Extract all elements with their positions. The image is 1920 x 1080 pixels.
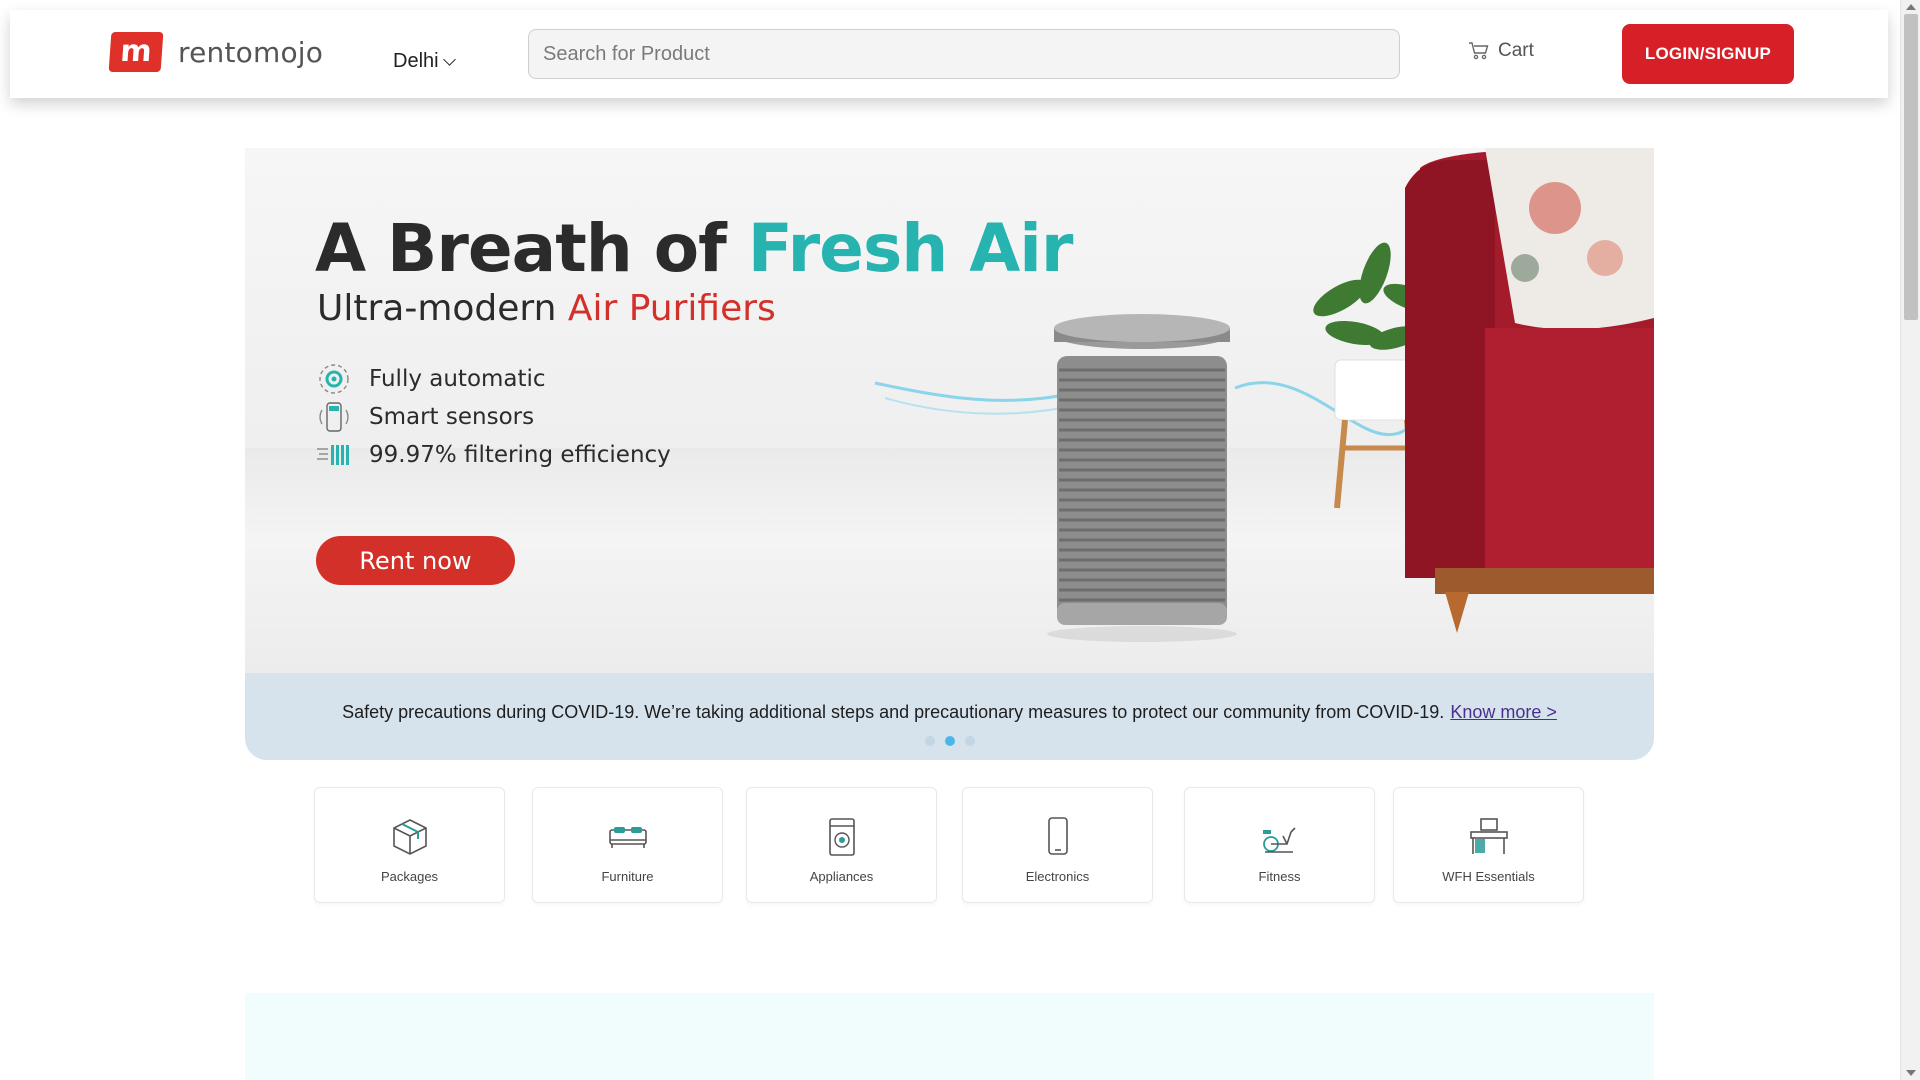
search-input[interactable]	[528, 29, 1400, 79]
hero-banner: A Breath of Fresh Air Ultra-modern Air P…	[245, 148, 1654, 760]
cart-icon	[1469, 42, 1489, 60]
scroll-up-arrow-icon[interactable]	[1906, 4, 1916, 10]
hero-title: A Breath of Fresh Air	[315, 210, 1074, 287]
notice-text-row: Safety precautions during COVID-19. We’r…	[245, 702, 1654, 723]
carousel-dots	[925, 736, 975, 746]
feature-item: Fully automatic	[315, 360, 671, 398]
gear-icon	[319, 364, 349, 394]
category-label: Electronics	[1025, 869, 1090, 884]
category-electronics[interactable]: Electronics	[962, 787, 1153, 903]
package-icon	[393, 819, 427, 855]
feature-label: Fully automatic	[369, 366, 546, 392]
hero-subtitle: Ultra-modern Air Purifiers	[317, 288, 776, 329]
logo-text: rentomojo	[178, 35, 324, 69]
phone-icon	[1048, 817, 1068, 855]
rentomojo-logo[interactable]: m rentomojo	[108, 32, 324, 72]
category-appliances[interactable]: Appliances	[746, 787, 937, 903]
hero-slide[interactable]: A Breath of Fresh Air Ultra-modern Air P…	[245, 148, 1654, 673]
category-packages[interactable]: Packages	[314, 787, 505, 903]
rent-now-button[interactable]: Rent now	[316, 536, 515, 585]
category-label: Fitness	[1258, 869, 1301, 884]
logo-mark: m	[108, 32, 164, 72]
sensor-icon	[319, 402, 349, 432]
hero-title-accent: Fresh Air	[747, 210, 1074, 287]
city-label: Delhi	[393, 50, 439, 72]
covid-notice-bar: Safety precautions during COVID-19. We’r…	[245, 673, 1654, 760]
filter-icon	[317, 445, 349, 465]
cart-button[interactable]: Cart	[1468, 40, 1534, 62]
category-furniture[interactable]: Furniture	[532, 787, 723, 903]
feature-label: 99.97% filtering efficiency	[369, 442, 671, 468]
feature-item: 99.97% filtering efficiency	[315, 436, 671, 474]
know-more-link[interactable]: Know more >	[1450, 702, 1557, 722]
cart-label: Cart	[1498, 40, 1534, 61]
category-label: Packages	[380, 869, 439, 884]
feature-list: Fully automatic Smart sensors 99.97% fil…	[315, 360, 671, 474]
category-label: WFH Essentials	[1442, 869, 1535, 884]
login-signup-button[interactable]: LOGIN/SIGNUP	[1622, 24, 1794, 84]
carousel-dot[interactable]	[925, 736, 935, 746]
feature-label: Smart sensors	[369, 404, 535, 430]
hero-subtitle-accent: Air Purifiers	[567, 288, 776, 329]
category-wfh-essentials[interactable]: WFH Essentials	[1393, 787, 1584, 903]
scroll-down-arrow-icon[interactable]	[1906, 1070, 1916, 1076]
hero-title-prefix: A Breath of	[315, 210, 748, 287]
chevron-down-icon	[442, 52, 456, 66]
category-label: Appliances	[809, 869, 874, 884]
notice-text: Safety precautions during COVID-19. We’r…	[342, 702, 1445, 722]
category-row: Packages Furniture Appliances Electronic…	[314, 787, 1584, 903]
feature-item: Smart sensors	[315, 398, 671, 436]
top-navbar: m rentomojo Delhi Cart LOGIN/SIGNUP	[10, 10, 1888, 98]
page: m rentomojo Delhi Cart LOGIN/SIGNUP	[0, 0, 1920, 1080]
hero-subtitle-prefix: Ultra-modern	[317, 288, 568, 329]
city-selector[interactable]: Delhi	[393, 50, 456, 73]
desk-chair-icon	[1470, 818, 1508, 854]
category-fitness[interactable]: Fitness	[1184, 787, 1375, 903]
carousel-dot-active[interactable]	[945, 736, 955, 746]
scrollbar-thumb[interactable]	[1904, 14, 1918, 320]
bed-icon	[609, 827, 647, 848]
page-scrollbar[interactable]	[1900, 0, 1920, 1080]
next-section-panel	[245, 993, 1654, 1080]
exercise-bike-icon	[1263, 827, 1296, 853]
category-label: Furniture	[601, 869, 654, 884]
washing-machine-icon	[829, 818, 855, 856]
carousel-dot[interactable]	[965, 736, 975, 746]
